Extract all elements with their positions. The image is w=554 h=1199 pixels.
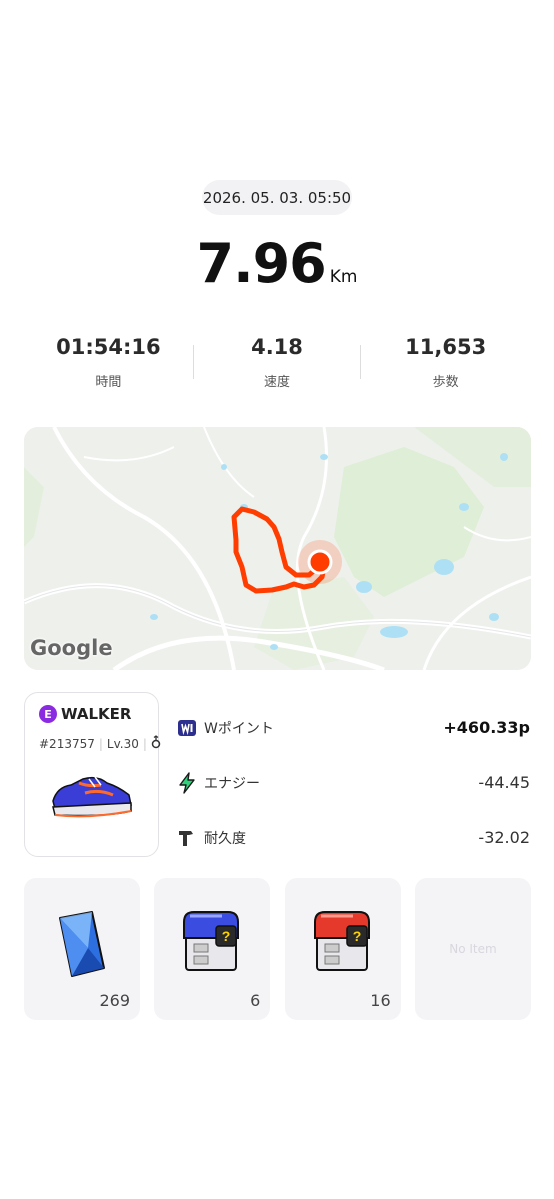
hammer-icon: [176, 827, 198, 849]
item-count: 6: [250, 991, 261, 1010]
reward-label: エナジー: [204, 775, 260, 792]
sneaker-image: [49, 765, 134, 829]
nft-id: #213757: [39, 736, 95, 751]
item-count: 269: [99, 991, 130, 1010]
red-mystery-box-icon: ?: [313, 908, 375, 982]
meta-separator: |: [98, 736, 103, 751]
nft-meta: #213757 | Lv.30 |: [39, 735, 161, 752]
item-slot-red-box[interactable]: ? 16: [284, 878, 401, 1020]
nft-grade-badge: E: [39, 705, 57, 723]
nft-name: WALKER: [61, 705, 132, 723]
lightning-icon: [176, 771, 198, 794]
item-slot-empty: No Item: [414, 878, 531, 1020]
no-item-label: No Item: [449, 942, 497, 956]
svg-text:?: ?: [352, 928, 361, 944]
stat-speed-value: 4.18: [251, 335, 303, 359]
google-attribution: Google: [30, 636, 113, 660]
item-grid: 269 ? 6 ? 16 No Item: [24, 878, 531, 1020]
stat-time-label: 時間: [95, 375, 122, 390]
distance-unit: Km: [329, 267, 358, 287]
activity-datetime: 2026. 05. 03. 05:50: [202, 188, 352, 207]
item-slot-gem[interactable]: 269: [24, 878, 140, 1020]
stat-time-value: 01:54:16: [56, 335, 161, 359]
stats-row: 01:54:16 時間 4.18 速度 11,653 歩数: [24, 335, 530, 390]
reward-row-durability: 耐久度 -32.02: [176, 810, 530, 865]
stat-steps: 11,653 歩数: [361, 335, 530, 390]
stat-steps-label: 歩数: [432, 375, 459, 390]
activity-datetime-pill: 2026. 05. 03. 05:50: [202, 180, 352, 215]
item-count: 16: [370, 991, 391, 1010]
stat-speed-label: 速度: [264, 375, 291, 390]
map-canvas: [24, 427, 531, 670]
route-map[interactable]: Google: [24, 427, 531, 670]
reward-row-energy: エナジー -44.45: [176, 755, 530, 810]
nft-card[interactable]: E WALKER #213757 | Lv.30 |: [24, 692, 161, 857]
blue-gem-icon: [52, 908, 112, 987]
w-point-icon: [176, 717, 198, 739]
blue-mystery-box-icon: ?: [182, 908, 244, 982]
stat-divider: [192, 345, 194, 379]
nft-header: E WALKER: [39, 705, 131, 723]
svg-text:?: ?: [222, 928, 231, 944]
reward-row-wpoint: Wポイント +460.33p: [176, 700, 530, 755]
item-slot-blue-box[interactable]: ? 6: [154, 878, 271, 1020]
reward-label: Wポイント: [204, 720, 274, 737]
stat-steps-value: 11,653: [405, 335, 487, 359]
gender-icon: [151, 735, 161, 752]
reward-label: 耐久度: [204, 830, 246, 847]
stat-time: 01:54:16 時間: [24, 335, 193, 390]
distance-value: 7.96: [196, 232, 327, 295]
meta-separator: |: [142, 736, 147, 751]
reward-value: -32.02: [478, 828, 530, 847]
reward-value: -44.45: [478, 773, 530, 792]
reward-value: +460.33p: [443, 718, 530, 737]
distance-display: 7.96 Km: [0, 232, 554, 295]
nft-level: Lv.30: [106, 736, 139, 751]
stat-speed: 4.18 速度: [192, 335, 362, 390]
rewards-list: Wポイント +460.33p エナジー -44.45 耐久度 -32.02: [176, 700, 530, 865]
